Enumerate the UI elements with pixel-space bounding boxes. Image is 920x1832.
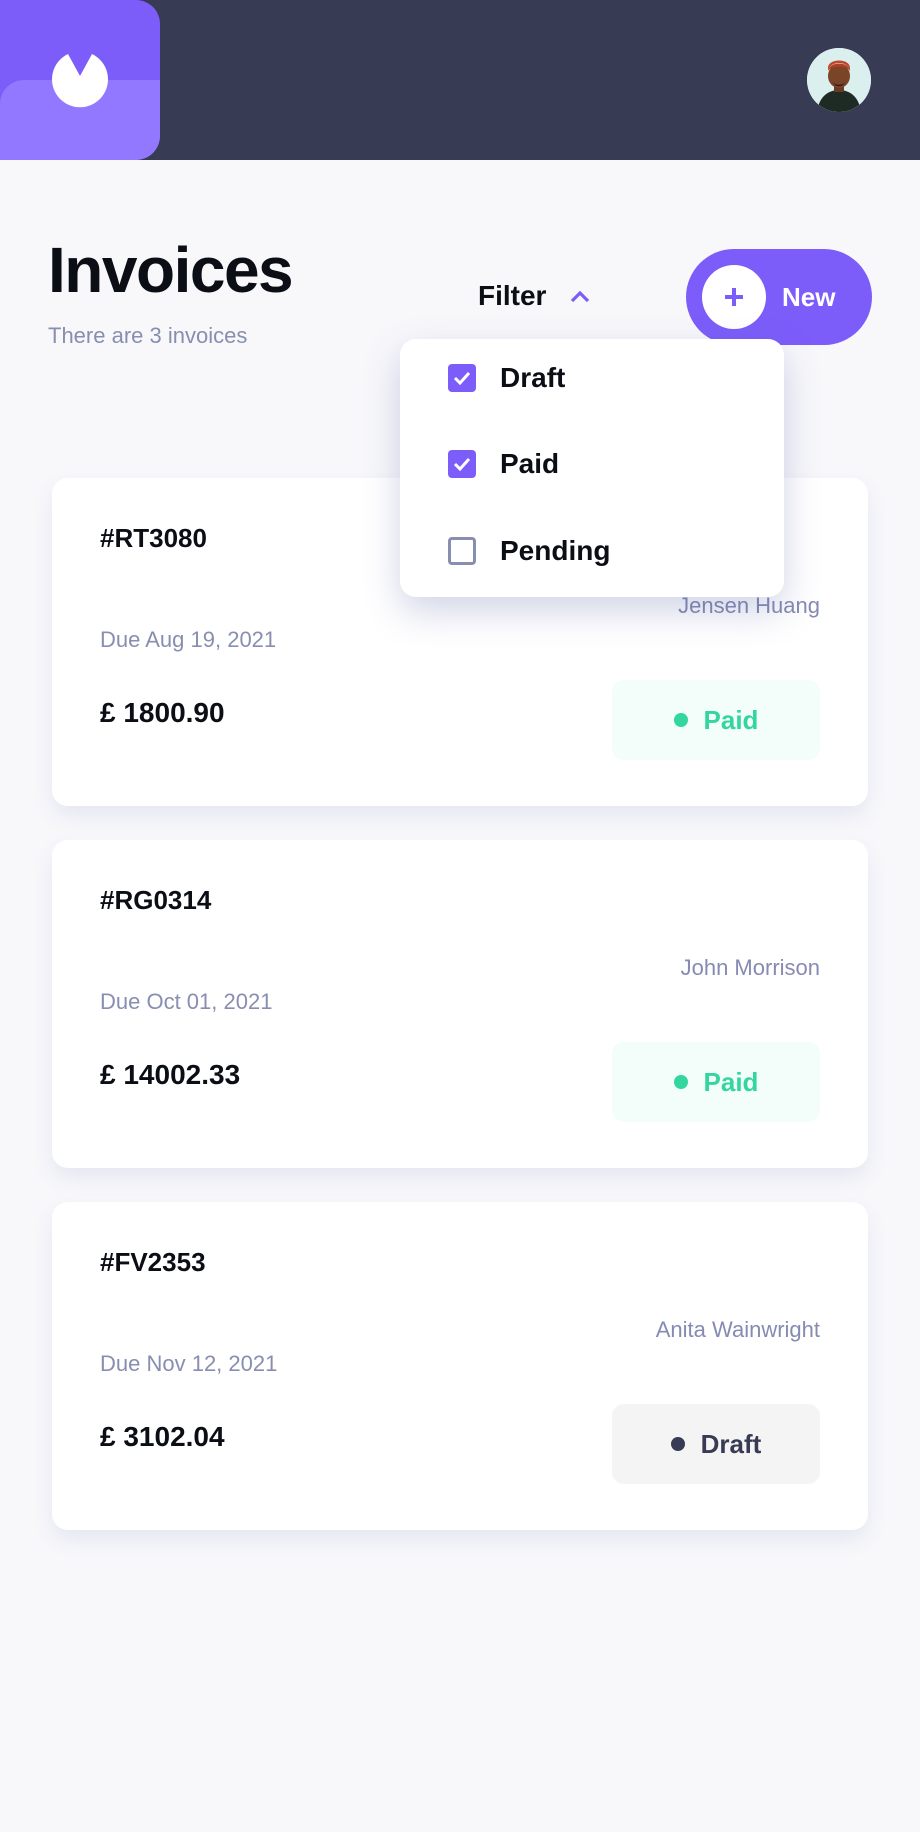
due-date: Due Oct 01, 2021 <box>100 989 273 1014</box>
new-button-label: New <box>782 282 836 312</box>
client-name: Anita Wainwright <box>655 1317 820 1342</box>
plus-circle <box>702 265 766 329</box>
filter-option-draft[interactable]: Draft <box>448 362 565 394</box>
due-date: Due Nov 12, 2021 <box>100 1351 278 1376</box>
status-badge: Draft <box>612 1404 820 1484</box>
invoice-count: There are 3 invoices <box>48 323 248 348</box>
invoice-amount: £ 3102.04 <box>100 1421 225 1452</box>
checkbox-checked-icon[interactable] <box>448 450 476 478</box>
status-badge: Paid <box>612 680 820 760</box>
avatar-image <box>807 48 871 112</box>
status-label: Paid <box>703 1066 759 1097</box>
invoice-id: #FV2353 <box>100 1247 206 1277</box>
invoice-id: #RG0314 <box>100 885 212 915</box>
invoice-id: #RT3080 <box>100 523 207 553</box>
user-avatar[interactable] <box>807 48 871 112</box>
checkmark-icon <box>453 457 471 471</box>
client-name: John Morrison <box>680 955 820 980</box>
logo-button[interactable] <box>0 0 160 160</box>
status-dot-icon <box>670 1437 685 1451</box>
plus-icon <box>725 288 743 306</box>
chevron-up-icon <box>571 290 590 303</box>
filter-option-paid[interactable]: Paid <box>448 448 559 480</box>
top-bar <box>0 0 920 160</box>
status-label: Paid <box>703 704 759 735</box>
filter-option-pending[interactable]: Pending <box>448 535 610 567</box>
invoice-amount: £ 14002.33 <box>100 1059 241 1090</box>
status-label: Draft <box>700 1428 762 1459</box>
status-dot-icon <box>673 713 688 727</box>
invoice-card[interactable]: #FV2353 Anita Wainwright Due Nov 12, 202… <box>52 1202 868 1530</box>
app-logo-icon <box>52 54 108 108</box>
checkbox-checked-icon[interactable] <box>448 364 476 392</box>
filter-option-label: Draft <box>500 362 566 393</box>
filter-label: Filter <box>478 280 547 311</box>
invoice-card[interactable]: #RG0314 John Morrison Due Oct 01, 2021 £… <box>52 840 868 1168</box>
page-title: Invoices <box>48 234 294 306</box>
filter-option-label: Pending <box>500 535 611 566</box>
due-date: Due Aug 19, 2021 <box>100 627 277 652</box>
filter-toggle[interactable]: Filter <box>478 276 590 316</box>
filter-dropdown: Draft Paid Pending <box>400 339 784 597</box>
checkbox-unchecked-icon[interactable] <box>448 537 476 565</box>
status-badge: Paid <box>612 1042 820 1122</box>
checkmark-icon <box>453 371 471 385</box>
invoice-amount: £ 1800.90 <box>100 697 225 728</box>
new-invoice-button[interactable]: New <box>686 249 872 345</box>
filter-option-label: Paid <box>500 448 560 479</box>
status-dot-icon <box>673 1075 688 1089</box>
